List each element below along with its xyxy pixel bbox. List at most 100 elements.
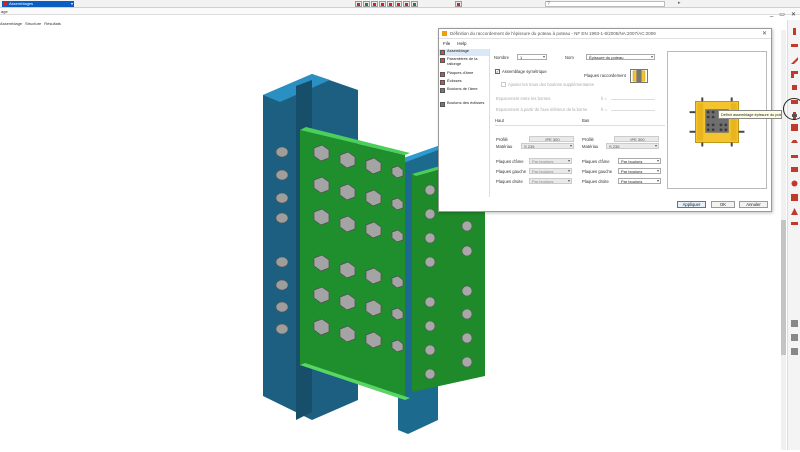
- haut-gauche-value: Par boulons: [532, 169, 554, 174]
- tool-gray-icon-3[interactable]: [791, 348, 798, 355]
- tool-icon-5: [389, 3, 392, 6]
- cancel-button[interactable]: Annuler: [739, 201, 768, 208]
- scrollbar-thumb[interactable]: [781, 220, 786, 355]
- tab-resultats[interactable]: Résultats: [44, 21, 61, 28]
- haut-ame-select[interactable]: Par boulons ▾: [529, 158, 572, 164]
- esp-bornes-field[interactable]: [611, 99, 655, 100]
- bas-droite-select[interactable]: Par boulons ▾: [618, 178, 661, 184]
- ok-button[interactable]: OK: [711, 201, 735, 208]
- symetrique-checkbox[interactable]: ✓: [495, 69, 500, 74]
- apply-button[interactable]: Appliquer: [677, 201, 706, 208]
- restore-icon[interactable]: ▭: [779, 11, 785, 18]
- close-icon[interactable]: ✕: [762, 30, 767, 37]
- bas-materiau-field[interactable]: S 235 ▾: [606, 143, 659, 149]
- toolbar-button-7[interactable]: [403, 1, 410, 7]
- tool-icon-1: [357, 3, 360, 6]
- esp-bornes-label: Espacement entre les bornes: [496, 96, 551, 101]
- haut-gauche-select[interactable]: Par boulons ▾: [529, 168, 572, 174]
- section-item-eclisses[interactable]: Éclisses: [439, 78, 489, 86]
- section-item-parametres[interactable]: Paramètres de la rallonge: [439, 56, 489, 70]
- dialog-menu: File Help: [443, 41, 467, 46]
- toolbar-button-3[interactable]: [371, 1, 378, 7]
- bolt-icon: [440, 102, 445, 107]
- nombre-select[interactable]: 1 ▾: [517, 54, 547, 60]
- haut-materiau-label: Matériau: [496, 144, 513, 149]
- minimize-icon[interactable]: _: [770, 11, 773, 18]
- connection-icon-10[interactable]: [791, 152, 798, 159]
- connection-icon-3[interactable]: [791, 57, 798, 64]
- search-input[interactable]: ?: [545, 1, 665, 7]
- connection-icon-1[interactable]: [791, 28, 798, 35]
- toolbar-button-5[interactable]: [387, 1, 394, 7]
- tool-icon-3: [373, 3, 376, 6]
- menu-item[interactable]: age: [1, 9, 8, 14]
- connection-icon-8[interactable]: [791, 124, 798, 131]
- tool-icon-6: [397, 3, 400, 6]
- highlight-circle: [783, 98, 800, 120]
- close-icon[interactable]: ✕: [791, 11, 796, 18]
- toolbar-button-1[interactable]: [355, 1, 362, 7]
- section-label: Boulons de l'âme: [447, 86, 478, 91]
- plaques-raccordement-label: Plaques raccordement: [584, 73, 626, 78]
- connection-preview: [667, 51, 767, 189]
- tab-structure[interactable]: Structure: [25, 21, 41, 28]
- connection-icon-15[interactable]: [791, 220, 798, 227]
- section-icon: [440, 80, 445, 85]
- section-label: Assemblage: [447, 48, 470, 53]
- haut-materiau-field[interactable]: S 235 ▾: [521, 143, 574, 149]
- chevron-down-icon: ▾: [567, 178, 570, 183]
- tool-gray-icon-1[interactable]: [791, 320, 798, 327]
- combo-value: Assemblages: [9, 1, 34, 6]
- extra-bolts-checkbox[interactable]: [501, 82, 506, 87]
- toolbar-button-4[interactable]: [379, 1, 386, 7]
- haut-profil-field[interactable]: IPE 300: [529, 136, 574, 142]
- connection-icon-4[interactable]: [791, 71, 798, 78]
- haut-materiau-value: S 235: [524, 144, 535, 149]
- section-item-boulons-ame[interactable]: Boulons de l'âme: [439, 86, 489, 100]
- menu-file[interactable]: File: [443, 41, 450, 46]
- bas-gauche-select[interactable]: Par boulons ▾: [618, 168, 661, 174]
- section-icon: [440, 72, 445, 77]
- bas-profil-field[interactable]: IPE 300: [614, 136, 659, 142]
- bas-droite-label: Plaques droite: [582, 179, 609, 184]
- connection-icon-12[interactable]: [791, 180, 798, 187]
- bas-ame-label: Plaques d'âme: [582, 159, 610, 164]
- vertical-scrollbar[interactable]: [781, 30, 786, 450]
- chevron-down-icon: ▾: [654, 143, 657, 148]
- esp-partir-label: Espacement à partir de l'axe inférieur d…: [496, 107, 588, 112]
- section-item-plaques-ame[interactable]: Plaques d'âme: [439, 70, 489, 78]
- chevron-down-icon: ▾: [569, 143, 572, 148]
- app-icon: [442, 31, 447, 36]
- toolbar-button-8[interactable]: [411, 1, 418, 7]
- haut-ame-value: Par boulons: [532, 159, 554, 164]
- section-item-boulons-eclisses[interactable]: Boulons des éclisses: [439, 100, 489, 114]
- tool-gray-icon-2[interactable]: [791, 334, 798, 341]
- connection-icon-11[interactable]: [791, 166, 798, 173]
- connection-icon-5[interactable]: [791, 84, 798, 91]
- section-item-assemblage[interactable]: Assemblage: [439, 48, 489, 56]
- view-combo[interactable]: Assemblages ▾: [2, 1, 74, 7]
- nom-select[interactable]: Épissure du poteau ▾: [586, 54, 655, 60]
- haut-droite-select[interactable]: Par boulons ▾: [529, 178, 572, 184]
- haut-profil-label: Profilé: [496, 137, 508, 142]
- toolbar-button-6[interactable]: [395, 1, 402, 7]
- connection-icon-14[interactable]: [791, 208, 798, 215]
- chevron-down-icon: ▾: [656, 168, 659, 173]
- bas-materiau-value: S 235: [609, 144, 620, 149]
- toolbar-end-button[interactable]: ▸: [678, 0, 681, 6]
- connection-thumbnail[interactable]: [630, 69, 648, 83]
- menu-help[interactable]: Help: [457, 41, 466, 46]
- bas-ame-select[interactable]: Par boulons ▾: [618, 158, 661, 164]
- chevron-down-icon: ▾: [656, 158, 659, 163]
- toolbar-button-2[interactable]: [363, 1, 370, 7]
- section-icon: [440, 58, 445, 63]
- toolbar-button-9[interactable]: [455, 1, 462, 7]
- tool-icon-4: [381, 3, 384, 6]
- section-divider: [495, 125, 665, 126]
- tab-assemblage[interactable]: Assemblage: [0, 21, 22, 28]
- esp-partir-field[interactable]: [611, 110, 655, 111]
- connection-icon-9[interactable]: [791, 138, 798, 145]
- connection-icon-2[interactable]: [791, 42, 798, 49]
- connection-icon-13[interactable]: [791, 194, 798, 201]
- section-list: Assemblage Paramètres de la rallonge Pla…: [439, 48, 490, 197]
